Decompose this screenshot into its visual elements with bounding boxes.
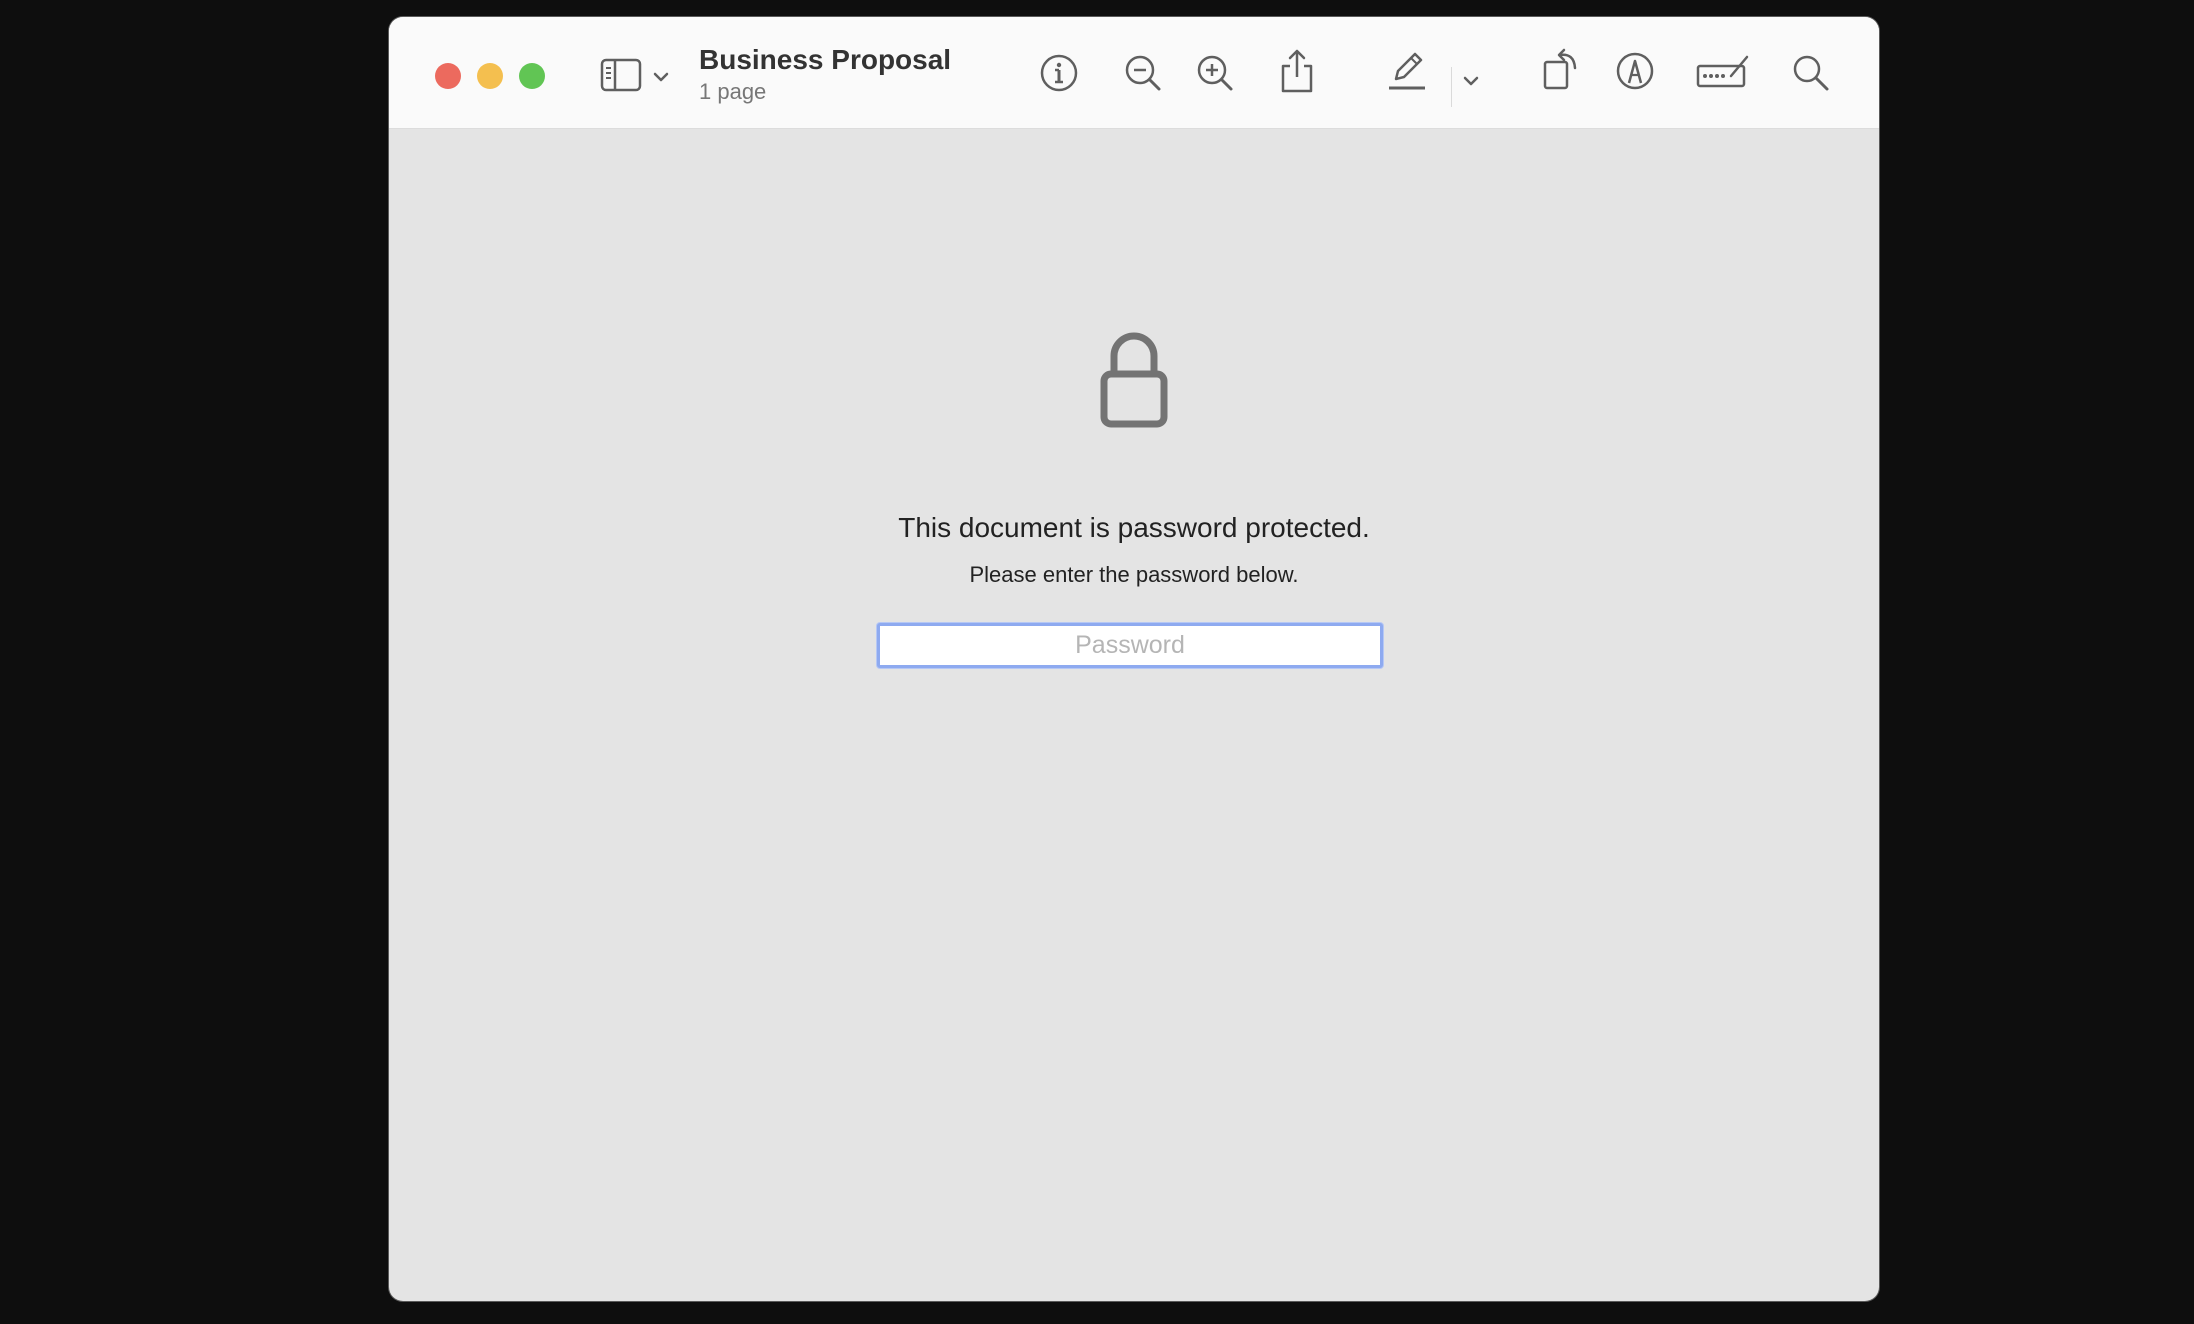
highlight-pen-icon[interactable] [1385, 47, 1429, 93]
form-fill-icon[interactable] [1695, 51, 1751, 93]
minimize-button[interactable] [477, 63, 503, 89]
document-title: Business Proposal [699, 44, 952, 75]
zoom-in-icon[interactable] [1193, 51, 1237, 95]
chevron-down-icon[interactable] [1461, 73, 1481, 89]
sidebar-icon[interactable] [599, 55, 643, 95]
rotate-icon[interactable] [1539, 45, 1583, 93]
chevron-down-icon[interactable] [651, 69, 671, 85]
search-icon[interactable] [1789, 51, 1833, 95]
zoom-out-icon[interactable] [1121, 51, 1165, 95]
toolbar-separator [1451, 67, 1452, 107]
info-icon[interactable] [1037, 51, 1081, 95]
password-instructions: Please enter the password below. [969, 562, 1299, 587]
share-icon[interactable] [1277, 47, 1317, 95]
document-page-count: 1 page [699, 79, 767, 104]
markup-icon[interactable] [1613, 49, 1657, 93]
maximize-button[interactable] [519, 63, 545, 89]
close-button[interactable] [435, 63, 461, 89]
titlebar: Business Proposal 1 page [389, 17, 1879, 129]
password-protected-heading: This document is password protected. [898, 512, 1370, 543]
password-input[interactable] [877, 623, 1383, 668]
preview-window: Business Proposal 1 page This document i… [389, 17, 1879, 1301]
lock-icon [1098, 330, 1170, 435]
